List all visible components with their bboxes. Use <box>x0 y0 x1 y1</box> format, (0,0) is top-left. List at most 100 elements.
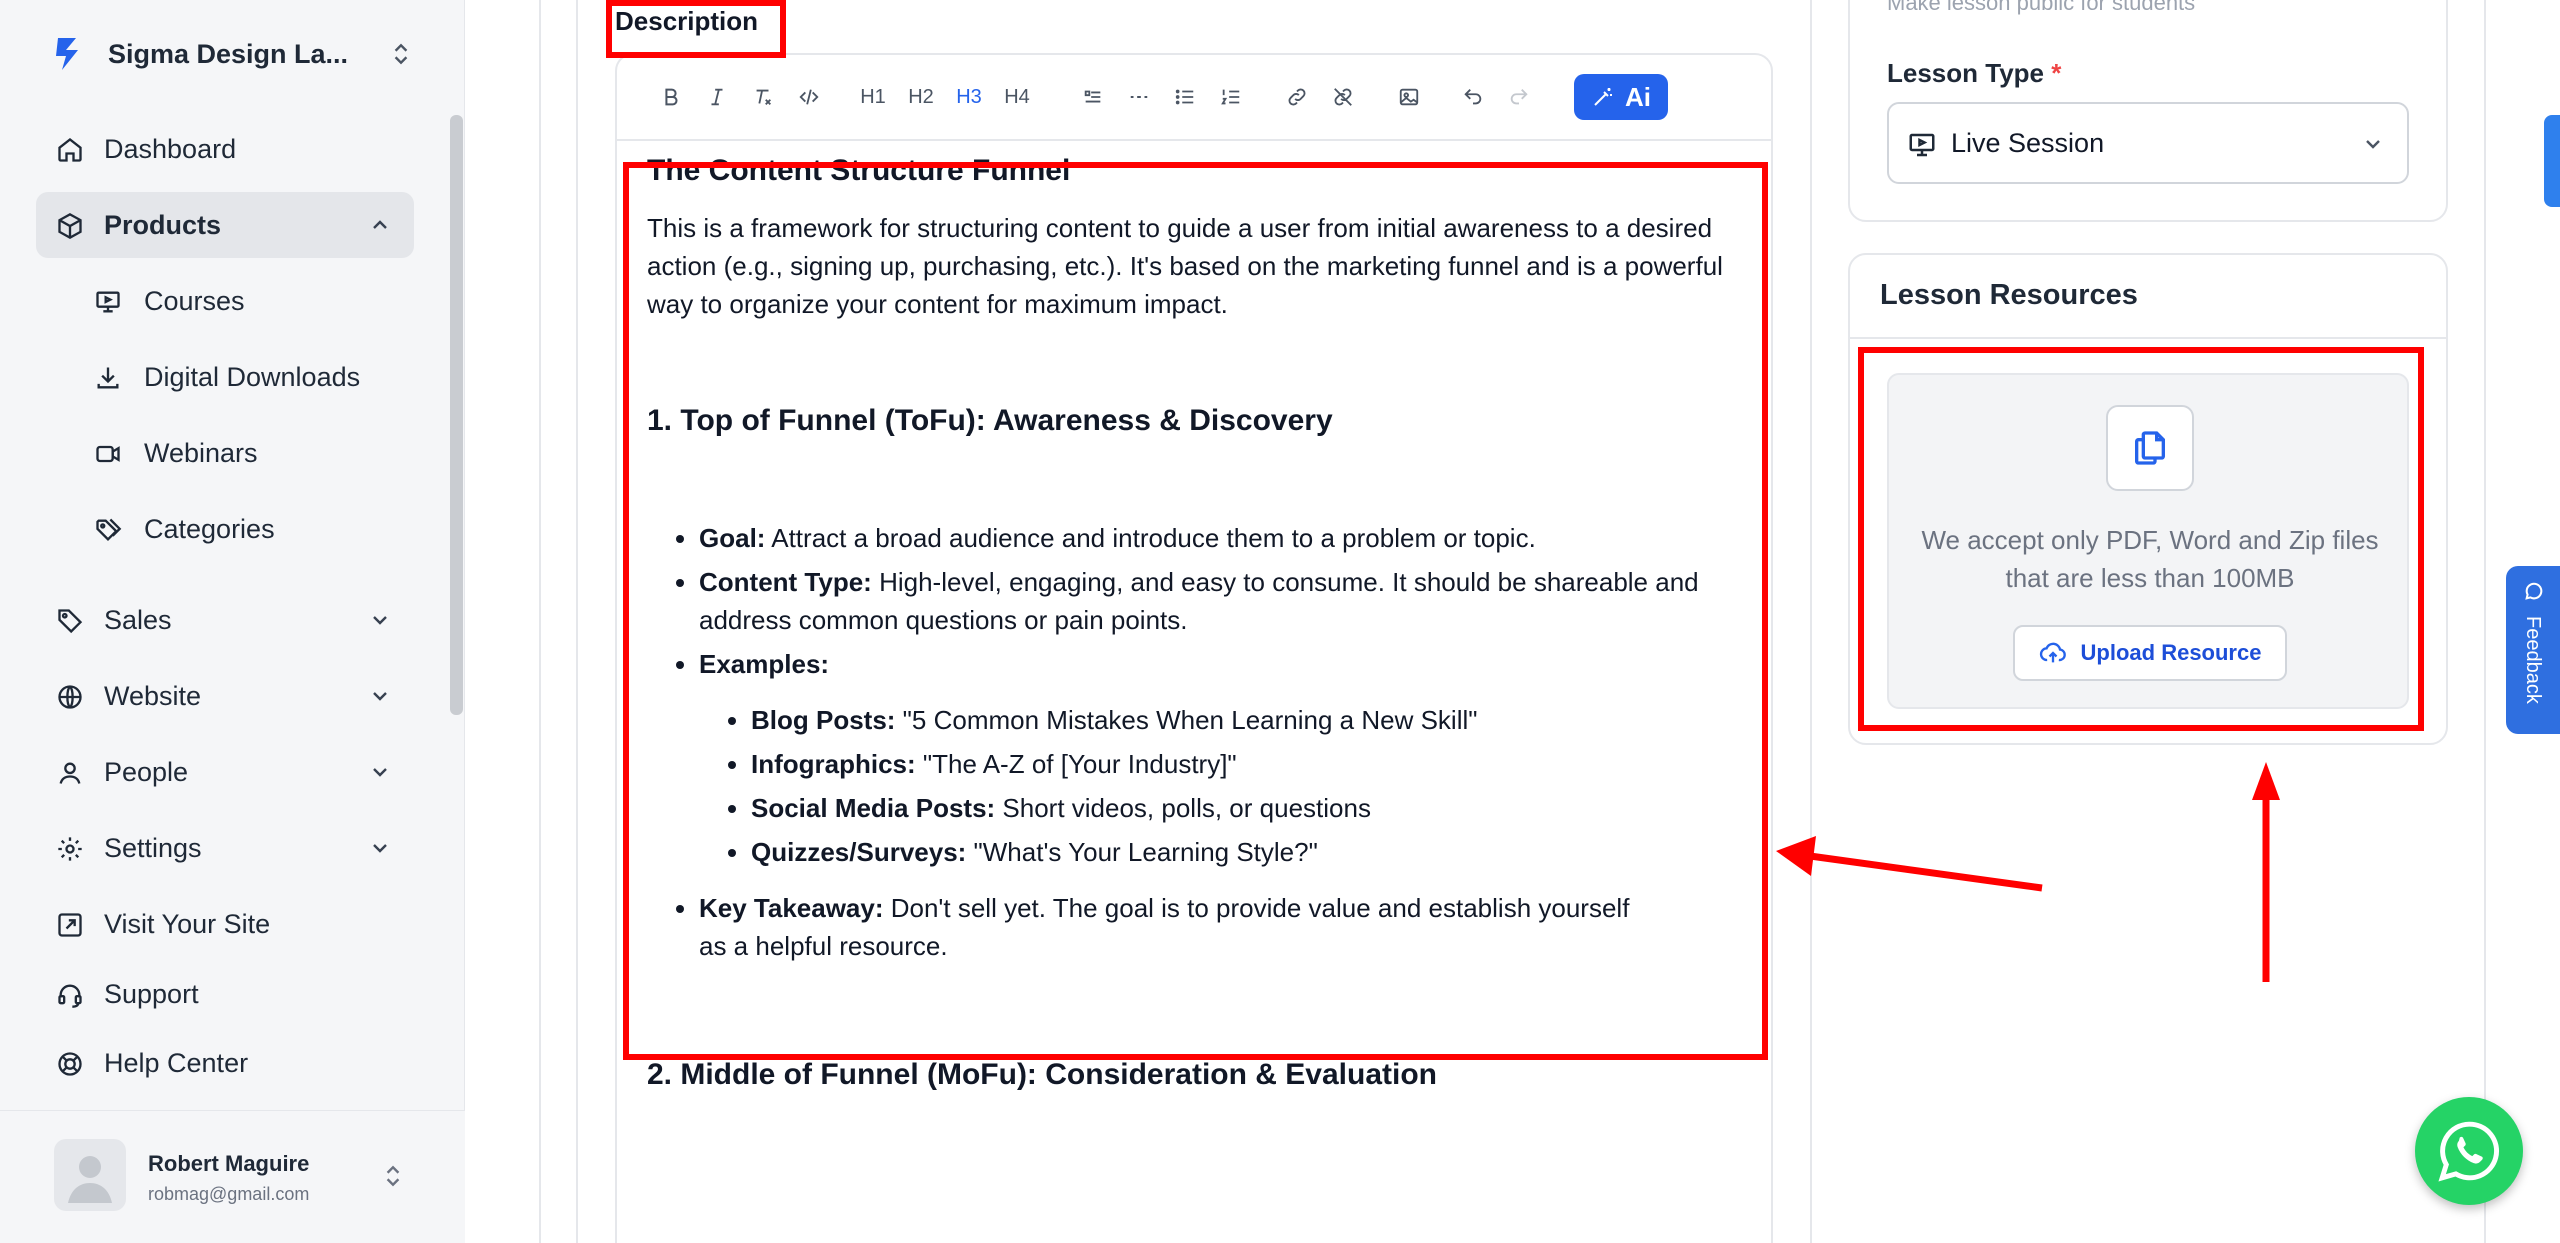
horizontal-rule-button[interactable] <box>1123 81 1155 113</box>
upload-resource-label: Upload Resource <box>2080 640 2262 665</box>
sidebar-item-support[interactable]: Support <box>36 961 414 1027</box>
feedback-tab[interactable]: Feedback <box>2506 566 2560 734</box>
sidebar-item-label: Categories <box>144 513 275 544</box>
presentation-icon <box>96 291 120 313</box>
bold-button[interactable] <box>655 81 687 113</box>
list-item: Social Media Posts: Short videos, polls,… <box>751 789 1737 827</box>
whatsapp-button[interactable] <box>2415 1097 2523 1205</box>
ai-assist-button[interactable]: Ai <box>1574 74 1668 120</box>
blockquote-button[interactable] <box>1077 81 1109 113</box>
content-divider <box>1810 0 1812 1243</box>
sidebar-item-label: Dashboard <box>104 133 237 164</box>
chat-bubble-icon <box>2525 582 2543 600</box>
sidebar-item-label: Settings <box>104 832 202 863</box>
italic-button[interactable] <box>701 81 733 113</box>
resource-dropzone[interactable]: We accept only PDF, Word and Zip files t… <box>1887 373 2409 709</box>
heading-4-button[interactable]: H4 <box>1001 81 1033 113</box>
sidebar: Sigma Design La... Dashboard Products Co… <box>0 0 465 1243</box>
sidebar-item-label: Support <box>104 978 199 1009</box>
sidebar-item-website[interactable]: Website <box>36 663 414 729</box>
unlink-button[interactable] <box>1327 81 1359 113</box>
bullet-list: Goal: Attract a broad audience and intro… <box>647 519 1737 965</box>
content-title: The Content Structure Funnel <box>647 154 1071 187</box>
list-item: Content Type: High-level, engaging, and … <box>699 563 1737 639</box>
list-item: Infographics: "The A-Z of [Your Industry… <box>751 745 1737 783</box>
section-heading: 2. Middle of Funnel (MoFu): Consideratio… <box>647 1058 1437 1091</box>
sidebar-item-dashboard[interactable]: Dashboard <box>36 116 414 182</box>
bullet-list-button[interactable] <box>1169 81 1201 113</box>
heading-1-button[interactable]: H1 <box>857 81 889 113</box>
list-item: Key Takeaway: Don't sell yet. The goal i… <box>699 889 1737 965</box>
workspace-name: Sigma Design La... <box>108 38 349 69</box>
lesson-type-value: Live Session <box>1951 127 2105 158</box>
lesson-type-select[interactable]: Live Session <box>1887 102 2409 184</box>
cloud-upload-icon <box>2039 642 2066 663</box>
sidebar-item-label: Products <box>104 209 222 240</box>
heading-3-button[interactable]: H3 <box>953 81 985 113</box>
chevron-down-icon <box>373 692 387 701</box>
chevron-down-icon <box>373 768 387 777</box>
user-menu[interactable]: Robert Maguire robmag@gmail.com <box>0 1110 465 1243</box>
files-icon-box <box>2106 405 2194 491</box>
sidebar-item-people[interactable]: People <box>36 739 414 805</box>
redo-button[interactable] <box>1503 81 1535 113</box>
sidebar-item-digital-downloads[interactable]: Digital Downloads <box>36 344 414 410</box>
image-button[interactable] <box>1393 81 1425 113</box>
avatar <box>54 1139 126 1211</box>
user-name: Robert Maguire <box>148 1151 310 1176</box>
lesson-type-label: Lesson Type * <box>1887 58 2062 88</box>
lesson-resources-title: Lesson Resources <box>1880 279 2138 311</box>
sidebar-item-categories[interactable]: Categories <box>36 496 414 562</box>
workspace-switcher[interactable]: Sigma Design La... <box>54 34 414 74</box>
sidebar-item-visit-site[interactable]: Visit Your Site <box>36 891 414 957</box>
sidebar-item-webinars[interactable]: Webinars <box>36 420 414 486</box>
editor-content[interactable]: The Content Structure Funnel This is a f… <box>647 151 1737 1095</box>
chevron-updown-icon <box>394 43 408 65</box>
upload-resource-button[interactable]: Upload Resource <box>2013 625 2287 681</box>
headset-icon <box>58 984 82 1008</box>
code-button[interactable] <box>793 81 825 113</box>
magic-wand-icon <box>1594 88 1612 106</box>
heading-2-button[interactable]: H2 <box>905 81 937 113</box>
nested-bullet-list: Blog Posts: "5 Common Mistakes When Lear… <box>699 701 1737 871</box>
section-heading: 1. Top of Funnel (ToFu): Awareness & Dis… <box>647 404 1333 437</box>
side-tab[interactable] <box>2544 115 2560 207</box>
required-mark: * <box>2051 58 2062 88</box>
chevron-down-icon <box>2366 140 2380 149</box>
sidebar-item-label: Help Center <box>104 1047 249 1078</box>
sidebar-item-help-center[interactable]: Help Center <box>36 1030 414 1096</box>
link-button[interactable] <box>1281 81 1313 113</box>
list-item: Quizzes/Surveys: "What's Your Learning S… <box>751 833 1737 871</box>
undo-button[interactable] <box>1457 81 1489 113</box>
divider <box>1850 337 2446 339</box>
rich-text-editor[interactable]: H1 H2 H3 H4 Ai The Content Structure Fun… <box>615 53 1773 1243</box>
gear-icon <box>58 837 82 861</box>
download-icon <box>97 367 119 389</box>
content-divider <box>539 0 541 1243</box>
box-icon <box>58 212 82 240</box>
sidebar-item-label: Digital Downloads <box>144 361 361 392</box>
list-item: Examples: Blog Posts: "5 Common Mistakes… <box>699 645 1737 871</box>
sidebar-item-sales[interactable]: Sales <box>36 587 414 653</box>
sidebar-scrollbar[interactable] <box>450 115 463 715</box>
sidebar-item-label: People <box>104 756 189 787</box>
home-icon <box>58 138 82 162</box>
clear-format-button[interactable] <box>747 81 779 113</box>
video-icon <box>96 445 120 463</box>
globe-icon <box>58 685 82 709</box>
chevron-up-icon <box>373 220 387 229</box>
list-item: Goal: Attract a broad audience and intro… <box>699 519 1737 557</box>
brand-logo-icon <box>56 38 78 70</box>
whatsapp-icon <box>2438 1121 2499 1182</box>
tag-icon <box>58 609 83 634</box>
ordered-list-button[interactable] <box>1215 81 1247 113</box>
list-item: Blog Posts: "5 Common Mistakes When Lear… <box>751 701 1737 739</box>
sidebar-item-courses[interactable]: Courses <box>36 268 414 334</box>
presentation-icon <box>1909 133 1935 157</box>
sidebar-item-settings[interactable]: Settings <box>36 815 414 881</box>
sidebar-item-products[interactable]: Products <box>36 192 414 258</box>
chevron-down-icon <box>373 616 387 625</box>
editor-toolbar: H1 H2 H3 H4 Ai <box>617 55 1771 141</box>
user-email: robmag@gmail.com <box>148 1184 310 1204</box>
tags-icon <box>96 518 122 541</box>
